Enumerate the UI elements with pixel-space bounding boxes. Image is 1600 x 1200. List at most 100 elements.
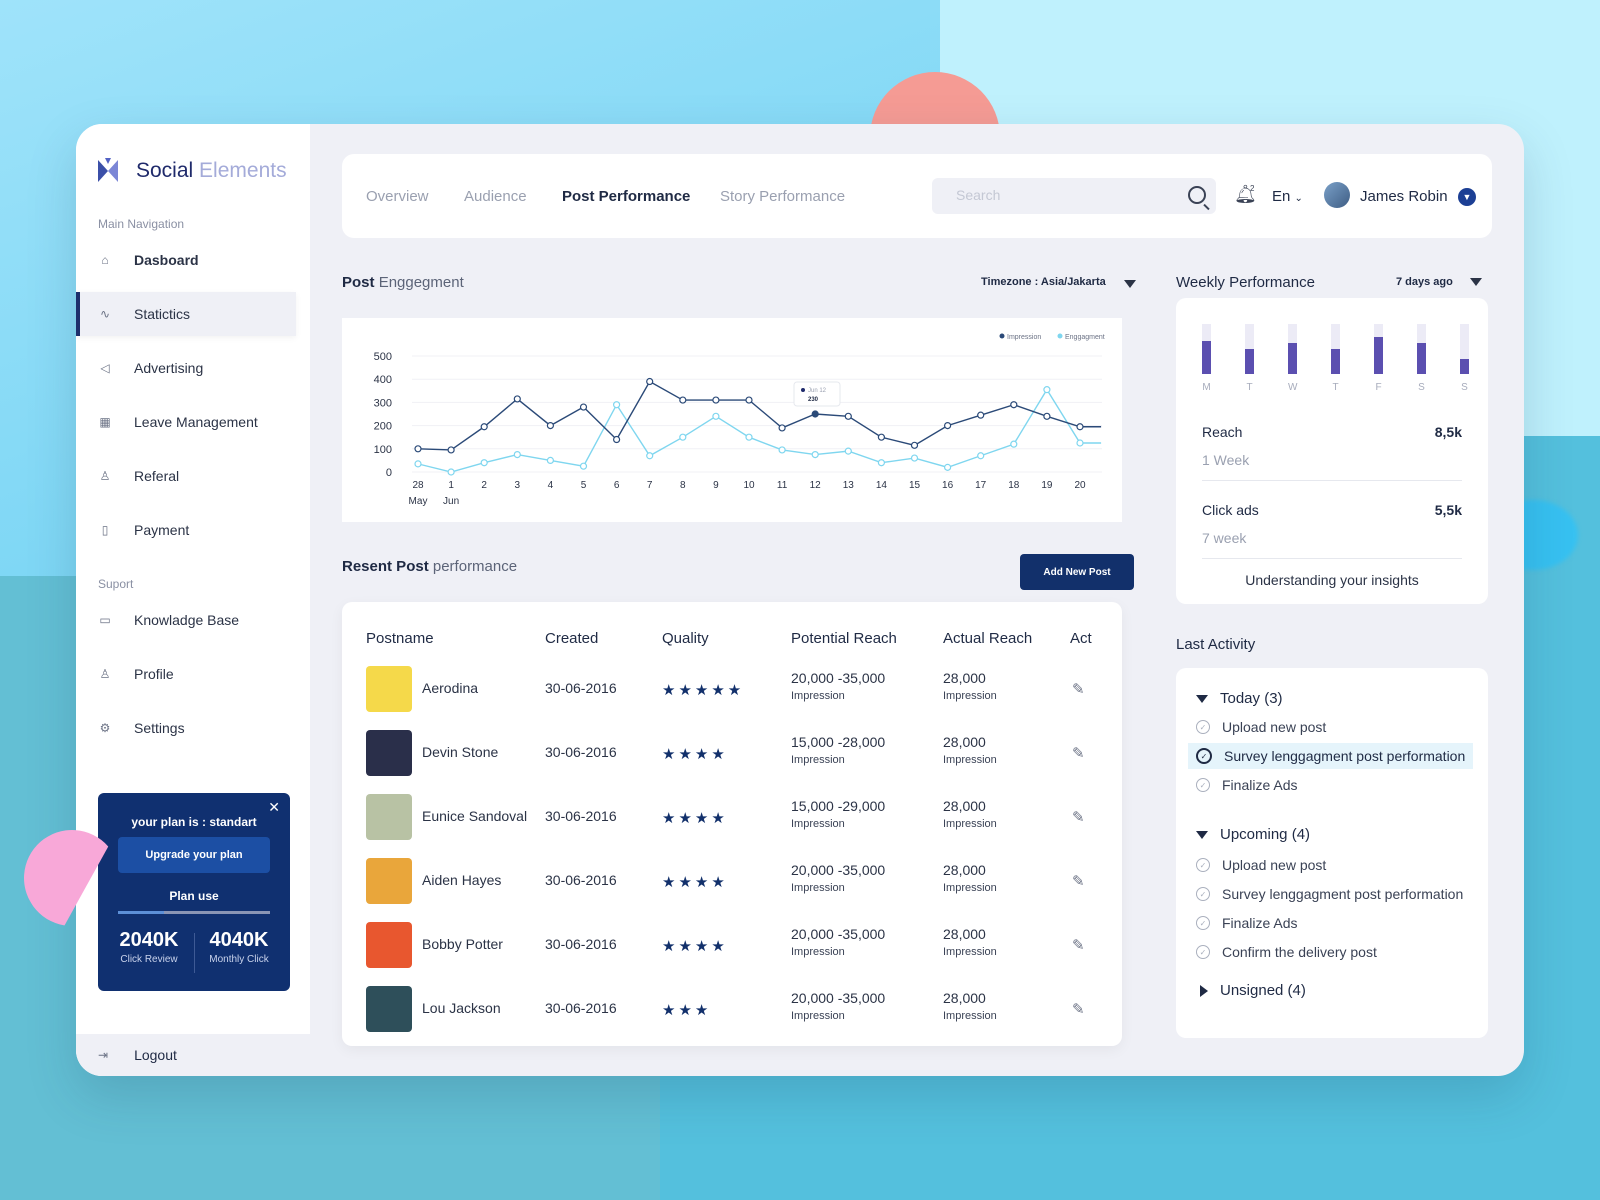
group-today[interactable]: Today (3) xyxy=(1196,690,1283,707)
chevron-down-icon[interactable]: ▼ xyxy=(1458,188,1476,206)
group-label: Unsigned (4) xyxy=(1220,982,1306,999)
weekly-bar[interactable] xyxy=(1331,349,1340,374)
data-point xyxy=(546,421,554,430)
sidebar-item-leave-management[interactable]: ▦ Leave Management xyxy=(76,400,292,444)
x-tick-label: 15 xyxy=(909,480,921,491)
task-label: Confirm the delivery post xyxy=(1222,944,1377,960)
post-name[interactable]: Lou Jackson xyxy=(422,1000,501,1016)
weekly-bar[interactable] xyxy=(1374,337,1383,374)
post-thumbnail xyxy=(366,666,412,712)
plan-stat-value: 2040K xyxy=(119,929,179,951)
sidebar-item-label: Dasboard xyxy=(134,252,199,268)
sidebar-item-advertising[interactable]: ◁ Advertising xyxy=(76,346,292,390)
search-input[interactable]: Search xyxy=(932,178,1216,214)
insights-link[interactable]: Understanding your insights xyxy=(1176,572,1488,588)
task-item[interactable]: ✓ Confirm the delivery post xyxy=(1196,939,1377,965)
table-row[interactable]: Aiden Hayes 30-06-2016 ★★★★ 20,000 -35,000 I… xyxy=(342,858,1122,922)
upgrade-plan-button[interactable]: Upgrade your plan xyxy=(118,837,270,873)
potential-reach: 20,000 -35,000 xyxy=(791,670,886,686)
tab-audience[interactable]: Audience xyxy=(464,188,527,205)
table-row[interactable]: Aerodina 30-06-2016 ★★★★★ 20,000 -35,000 Imp… xyxy=(342,666,1122,730)
weekly-bar[interactable] xyxy=(1245,349,1254,374)
check-circle-icon: ✓ xyxy=(1196,945,1210,959)
section-title: Weekly Performance xyxy=(1176,274,1315,291)
post-name[interactable]: Eunice Sandoval xyxy=(422,808,527,824)
data-point xyxy=(480,423,488,431)
edit-icon[interactable]: ✎ xyxy=(1072,744,1085,762)
data-point xyxy=(1043,386,1051,394)
sidebar-item-knowledge-base[interactable]: ▭ Knowladge Base xyxy=(76,598,292,642)
actual-reach: 28,000 xyxy=(943,990,986,1006)
column-header: Actual Reach xyxy=(943,630,1033,647)
task-item[interactable]: ✓ Upload new post xyxy=(1196,714,1326,740)
engagement-chart: 500 400 300 200 100 0 28 1 2 3 4 5 6 7 8 9 10 11 12 13 14 15 1… xyxy=(342,318,1122,522)
logout-button[interactable]: ⇥ Logout xyxy=(76,1034,310,1076)
line-chart: 500400300200100028 1 2 3 4 5 6 7 8 9 10 11 12 13 14 15 1… xyxy=(374,333,1105,507)
sidebar-item-settings[interactable]: ⚙ Settings xyxy=(76,706,292,750)
tab-post-performance[interactable]: Post Performance xyxy=(562,188,690,205)
weekly-bar[interactable] xyxy=(1460,359,1469,374)
group-unsigned[interactable]: Unsigned (4) xyxy=(1196,982,1306,999)
close-icon[interactable]: ✕ xyxy=(268,799,280,816)
post-name[interactable]: Aerodina xyxy=(422,680,478,696)
data-point xyxy=(513,451,521,459)
sidebar-item-profile[interactable]: ♙ Profile xyxy=(76,652,292,696)
edit-icon[interactable]: ✎ xyxy=(1072,872,1085,890)
edit-icon[interactable]: ✎ xyxy=(1072,808,1085,826)
sidebar-item-dashboard[interactable]: ⌂ Dasboard xyxy=(76,238,292,282)
data-point xyxy=(910,454,919,462)
sidebar-item-payment[interactable]: ▯ Payment xyxy=(76,508,292,552)
post-name[interactable]: Bobby Potter xyxy=(422,936,503,952)
post-name[interactable]: Aiden Hayes xyxy=(422,872,501,888)
trend-icon: ∿ xyxy=(99,307,111,321)
tab-overview[interactable]: Overview xyxy=(366,188,429,205)
sidebar-item-label: Leave Management xyxy=(134,414,258,430)
quality-stars: ★★★★★ xyxy=(662,682,745,699)
plan-stat-label: Click Review xyxy=(120,954,178,965)
table-row[interactable]: Devin Stone 30-06-2016 ★★★★ 15,000 -28,000 I… xyxy=(342,730,1122,794)
weekly-bar[interactable] xyxy=(1202,341,1211,374)
post-name[interactable]: Devin Stone xyxy=(422,744,498,760)
search-icon[interactable] xyxy=(1188,186,1206,204)
actual-reach: 28,000 xyxy=(943,862,986,878)
data-point xyxy=(712,396,720,404)
sidebar-item-statistics[interactable]: ∿ Statictics xyxy=(76,292,296,336)
brand[interactable]: Social Elements xyxy=(98,154,287,188)
data-point xyxy=(778,446,786,454)
weekly-bar[interactable] xyxy=(1288,343,1297,374)
caret-down-icon[interactable] xyxy=(1470,278,1482,286)
task-item[interactable]: ✓ Finalize Ads xyxy=(1196,772,1297,798)
payment-icon: ▯ xyxy=(101,523,109,537)
task-item[interactable]: ✓ Upload new post xyxy=(1196,852,1326,878)
task-item[interactable]: ✓ Survey lenggagment post performation xyxy=(1188,743,1474,769)
avatar[interactable] xyxy=(1324,182,1350,208)
edit-icon[interactable]: ✎ xyxy=(1072,1000,1085,1018)
last-activity-card: Today (3) ✓ Upload new post ✓ Survey lengg… xyxy=(1176,668,1488,1038)
post-created: 30-06-2016 xyxy=(545,936,617,952)
plan-stat-value: 4040K xyxy=(209,929,269,951)
sidebar-item-label: Settings xyxy=(134,720,185,736)
weekly-bar[interactable] xyxy=(1417,343,1426,374)
edit-icon[interactable]: ✎ xyxy=(1072,680,1085,698)
sidebar-item-referal[interactable]: ♙ Referal xyxy=(76,454,292,498)
timezone-select[interactable]: Timezone : Asia/Jakarta xyxy=(981,276,1106,288)
table-row[interactable]: Bobby Potter 30-06-2016 ★★★★ 20,000 -35,000… xyxy=(342,922,1122,986)
x-tick-label: 14 xyxy=(876,480,888,491)
user-name[interactable]: James Robin xyxy=(1360,188,1448,205)
table-row[interactable]: Eunice Sandoval 30-06-2016 ★★★★ 15,000 -29,… xyxy=(342,794,1122,858)
section-title: Last Activity xyxy=(1176,636,1256,653)
language-select[interactable]: En ⌄ xyxy=(1272,188,1303,205)
task-item[interactable]: ✓ Finalize Ads xyxy=(1196,910,1297,936)
caret-down-icon[interactable] xyxy=(1124,280,1136,288)
table-row[interactable]: Lou Jackson 30-06-2016 ★★★ 20,000 -35,000 Im… xyxy=(342,986,1122,1050)
tab-story-performance[interactable]: Story Performance xyxy=(720,188,845,205)
data-point xyxy=(844,412,852,420)
edit-icon[interactable]: ✎ xyxy=(1072,936,1085,954)
task-item[interactable]: ✓ Survey lenggagment post performation xyxy=(1196,881,1463,907)
nav-heading: Main Navigation xyxy=(98,217,185,231)
day-label: F xyxy=(1375,382,1382,393)
add-new-post-button[interactable]: Add New Post xyxy=(1020,554,1134,590)
group-upcoming[interactable]: Upcoming (4) xyxy=(1196,826,1310,843)
range-select[interactable]: 7 days ago xyxy=(1396,276,1453,288)
plan-stat-label: Monthly Click xyxy=(209,954,269,965)
